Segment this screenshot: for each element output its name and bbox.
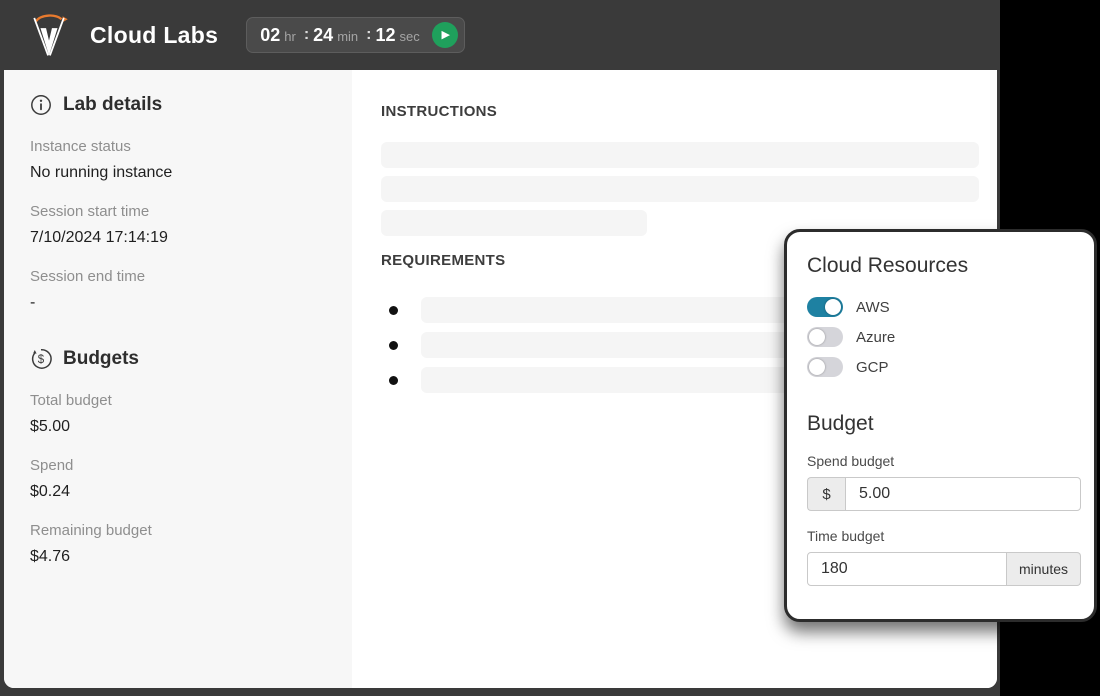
budgets-heading: $ Budgets: [30, 348, 326, 370]
field-label: Session end time: [30, 268, 146, 285]
minutes-suffix: minutes: [1007, 552, 1081, 586]
field-label: Instance status: [30, 138, 131, 155]
toggle-knob: [825, 299, 841, 315]
field-value: No running instance: [30, 164, 173, 181]
dollar-prefix: $: [807, 477, 845, 511]
field-label: Spend: [30, 457, 74, 474]
bullet-icon: [389, 305, 398, 315]
cloud-resources-title: Cloud Resources: [807, 254, 969, 277]
total-budget-field: Total budget $5.00: [30, 392, 326, 436]
info-circle-icon: [31, 95, 51, 115]
cloud-resources-panel: Cloud Resources AWS Azure GCP Budget Spe…: [784, 229, 1097, 622]
session-timer: 02 hr : 24 min : 12 sec ▶: [246, 17, 465, 53]
field-label: Remaining budget: [30, 522, 152, 539]
field-label: Total budget: [30, 392, 112, 409]
time-budget-input[interactable]: [807, 552, 1007, 586]
instructions-heading: INSTRUCTIONS: [381, 103, 498, 120]
spend-budget-group: $: [807, 477, 1081, 511]
instruction-placeholder-line: [381, 176, 979, 202]
instruction-placeholder-line: [381, 142, 979, 168]
instance-status-field: Instance status No running instance: [30, 138, 326, 182]
time-budget-label: Time budget: [807, 528, 885, 544]
toggle-knob: [809, 359, 825, 375]
session-start-field: Session start time 7/10/2024 17:14:19: [30, 203, 326, 247]
timer-separator: :: [366, 26, 372, 43]
azure-toggle[interactable]: [807, 327, 843, 347]
field-label: Session start time: [30, 203, 150, 220]
app-title: Cloud Labs: [90, 21, 219, 48]
spend-budget-label: Spend budget: [807, 453, 895, 469]
timer-separator: :: [303, 26, 310, 43]
bullet-icon: [389, 375, 398, 385]
play-button[interactable]: ▶: [431, 22, 458, 48]
field-value: $0.24: [30, 483, 71, 500]
budget-heading: Budget: [807, 412, 874, 435]
timer-minutes-unit: min: [337, 28, 359, 44]
field-value: 7/10/2024 17:14:19: [30, 229, 168, 246]
timer-minutes: 24: [313, 24, 334, 45]
time-budget-group: minutes: [807, 552, 1081, 586]
gcp-label: GCP: [856, 358, 889, 376]
timer-seconds: 12: [375, 24, 396, 45]
dollar-circle-icon: $: [31, 349, 52, 369]
session-end-field: Session end time -: [30, 268, 326, 312]
bullet-icon: [389, 340, 398, 350]
play-icon: ▶: [441, 28, 450, 41]
timer-hours: 02: [260, 24, 281, 45]
field-value: $5.00: [30, 418, 71, 435]
sidebar: Lab details Instance status No running i…: [4, 70, 352, 688]
aws-label: AWS: [856, 298, 890, 316]
gcp-toggle-row: GCP: [807, 357, 1072, 377]
spend-budget-input[interactable]: [845, 477, 1081, 511]
aws-toggle[interactable]: [807, 297, 843, 317]
gcp-toggle[interactable]: [807, 357, 843, 377]
spend-field: Spend $0.24: [30, 457, 326, 501]
lab-details-title: Lab details: [63, 94, 163, 115]
vocareum-logo-icon: [33, 14, 68, 56]
svg-text:$: $: [38, 354, 45, 366]
lab-details-heading: Lab details: [30, 94, 326, 116]
budgets-section: $ Budgets Total budget $5.00 Spend $0.24…: [30, 348, 326, 566]
aws-toggle-row: AWS: [807, 297, 1072, 317]
timer-hours-unit: hr: [284, 28, 296, 44]
toggle-knob: [809, 329, 825, 345]
screen: Cloud Labs 02 hr : 24 min : 12 sec ▶ Lab…: [0, 0, 1100, 696]
field-value: -: [30, 294, 36, 311]
timer-seconds-unit: sec: [399, 28, 420, 44]
field-value: $4.76: [30, 548, 71, 565]
azure-toggle-row: Azure: [807, 327, 1072, 347]
top-bar: Cloud Labs 02 hr : 24 min : 12 sec ▶: [0, 0, 1000, 70]
instructions-section: INSTRUCTIONS: [381, 103, 997, 236]
remaining-budget-field: Remaining budget $4.76: [30, 522, 326, 566]
azure-label: Azure: [856, 328, 896, 346]
budgets-title: Budgets: [63, 348, 139, 369]
instruction-placeholder-line: [381, 210, 647, 236]
